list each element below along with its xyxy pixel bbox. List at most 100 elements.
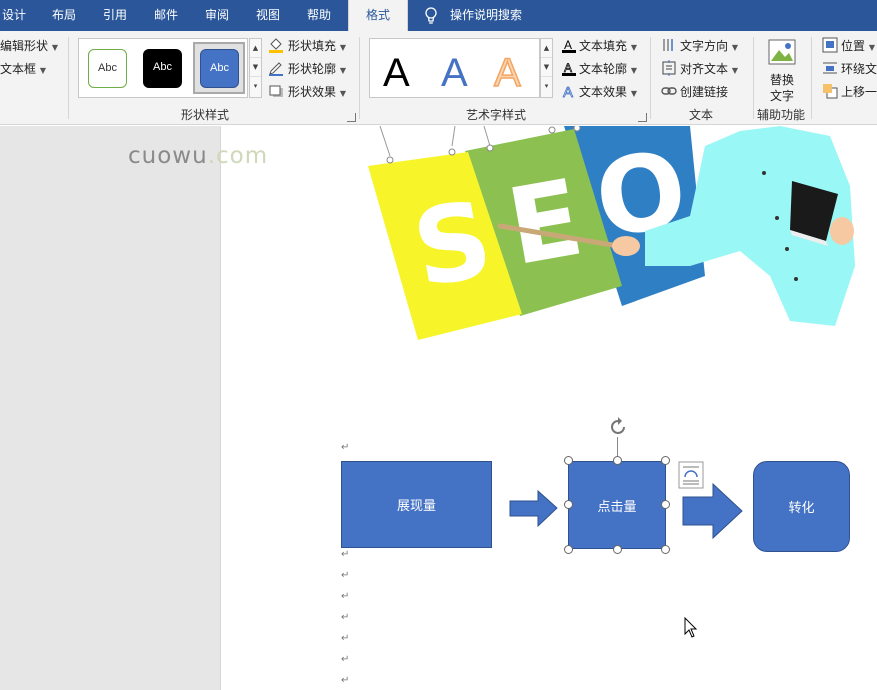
- svg-text:A: A: [564, 61, 572, 75]
- text-direction-button[interactable]: 文字方向 ▼: [680, 38, 738, 56]
- paint-bucket-icon: [269, 38, 283, 53]
- flow-box-clicks[interactable]: 点击量: [568, 461, 666, 549]
- tab-view[interactable]: 视图: [256, 0, 280, 31]
- hang-string: [483, 126, 491, 147]
- bring-forward-button[interactable]: 上移一: [841, 84, 877, 100]
- scroll-up-icon[interactable]: ▲: [541, 39, 552, 58]
- align-text-button[interactable]: 对齐文本 ▼: [680, 61, 738, 79]
- ribbon: 编辑形状 ▼ 文本框 ▼ Abc Abc Abc ▲ ▼ ▾ 形状填充 ▼ 形状…: [0, 31, 877, 125]
- group-separator: [359, 37, 360, 119]
- wordart-group-label: 艺术字样式: [466, 108, 527, 122]
- wordart-gallery: A A A: [369, 38, 540, 98]
- shape-style-fill-blue[interactable]: Abc: [200, 49, 239, 88]
- shape-style-fill-black[interactable]: Abc: [143, 49, 182, 88]
- alt-text-button[interactable]: 替换 文字: [770, 72, 794, 104]
- resize-handle[interactable]: [613, 545, 622, 554]
- tab-references[interactable]: 引用: [103, 0, 127, 31]
- hang-string: [379, 126, 391, 157]
- position-button[interactable]: 位置 ▼: [841, 38, 875, 56]
- flow-box-impressions[interactable]: 展现量: [341, 461, 492, 548]
- text-effects-button[interactable]: 文本效果 ▼: [579, 84, 637, 102]
- wordart-blue[interactable]: A: [441, 47, 468, 99]
- button-dot: [762, 171, 766, 175]
- link-icon: [661, 87, 677, 95]
- tab-format[interactable]: 格式: [348, 0, 408, 31]
- gallery-expand-icon[interactable]: ▾: [541, 77, 552, 96]
- group-separator: [650, 37, 651, 119]
- text-outline-icon: A: [562, 61, 576, 76]
- seo-illustration[interactable]: S E O: [360, 126, 860, 342]
- wrap-text-button[interactable]: 环绕文: [841, 61, 877, 77]
- wordart-launcher-icon[interactable]: [638, 113, 647, 122]
- text-fill-icon: A: [562, 38, 576, 53]
- resize-handle[interactable]: [661, 500, 670, 509]
- clip-icon: [548, 126, 556, 134]
- shape-styles-launcher-icon[interactable]: [347, 113, 356, 122]
- text-box-button[interactable]: 文本框 ▼: [0, 61, 46, 79]
- hand: [612, 236, 640, 256]
- resize-handle[interactable]: [613, 456, 622, 465]
- scroll-down-icon[interactable]: ▼: [541, 58, 552, 77]
- svg-text:A: A: [563, 84, 573, 99]
- lightbulb-icon[interactable]: [424, 7, 438, 25]
- paragraph-mark: ↵: [341, 654, 350, 665]
- paragraph-mark: ↵: [341, 612, 350, 623]
- flow-arrow[interactable]: [509, 490, 559, 527]
- shape-fill-button[interactable]: 形状填充 ▼: [288, 38, 346, 56]
- text-outline-button[interactable]: 文本轮廓 ▼: [579, 61, 637, 79]
- wordart-orange-outline[interactable]: A: [493, 47, 521, 99]
- clip-icon: [448, 148, 456, 156]
- shape-effects-icon: [269, 85, 283, 97]
- rotate-handle-icon[interactable]: [607, 416, 629, 438]
- wordart-black[interactable]: A: [383, 47, 410, 99]
- shape-style-outline-green[interactable]: Abc: [88, 49, 127, 88]
- button-dot: [785, 247, 789, 251]
- tab-mailings[interactable]: 邮件: [154, 0, 178, 31]
- flow-arrow[interactable]: [681, 483, 744, 539]
- paragraph-mark: ↵: [341, 442, 350, 453]
- wordart-scroll[interactable]: ▲ ▼ ▾: [540, 38, 553, 98]
- clip-icon: [486, 144, 494, 152]
- tab-review[interactable]: 审阅: [205, 0, 229, 31]
- resize-handle[interactable]: [564, 545, 573, 554]
- resize-handle[interactable]: [661, 456, 670, 465]
- gallery-expand-icon[interactable]: ▾: [250, 77, 261, 96]
- bring-forward-icon: [823, 84, 838, 99]
- button-dot: [794, 277, 798, 281]
- resize-handle[interactable]: [661, 545, 670, 554]
- flow-box-label: 点击量: [597, 499, 637, 515]
- paragraph-mark: ↵: [341, 633, 350, 644]
- group-separator: [68, 37, 69, 119]
- tab-layout[interactable]: 布局: [52, 0, 76, 31]
- shape-effects-button[interactable]: 形状效果 ▼: [288, 84, 346, 102]
- accessibility-group-label: 辅助功能: [757, 108, 806, 122]
- watermark: cuowu.com: [128, 143, 269, 169]
- ribbon-tab-bar: 设计 布局 引用 邮件 审阅 视图 帮助 格式 操作说明搜索: [0, 0, 877, 31]
- scroll-up-icon[interactable]: ▲: [250, 39, 261, 58]
- svg-text:A: A: [564, 38, 572, 52]
- left-gutter: [0, 126, 221, 690]
- text-fill-button[interactable]: 文本填充 ▼: [579, 38, 637, 56]
- tell-me-search[interactable]: 操作说明搜索: [450, 0, 522, 31]
- text-group-label: 文本: [689, 108, 714, 122]
- tab-help[interactable]: 帮助: [307, 0, 331, 31]
- resize-handle[interactable]: [564, 456, 573, 465]
- hand: [830, 217, 854, 245]
- tab-design[interactable]: 设计: [2, 0, 26, 31]
- hang-string: [451, 126, 456, 147]
- clip-icon: [573, 126, 581, 132]
- flow-box-conversion[interactable]: 转化: [753, 461, 850, 552]
- edit-shape-button[interactable]: 编辑形状 ▼: [0, 38, 58, 56]
- create-link-button[interactable]: 创建链接: [680, 84, 728, 100]
- shape-styles-scroll[interactable]: ▲ ▼ ▾: [249, 38, 262, 98]
- scroll-down-icon[interactable]: ▼: [250, 58, 261, 77]
- shape-outline-button[interactable]: 形状轮廓 ▼: [288, 61, 346, 79]
- paragraph-mark: ↵: [341, 549, 350, 560]
- rotate-connector: [617, 437, 618, 456]
- alt-text-icon[interactable]: [767, 37, 797, 67]
- group-separator: [753, 37, 754, 119]
- resize-handle[interactable]: [564, 500, 573, 509]
- pencil-icon: [269, 62, 283, 76]
- position-icon: [822, 37, 838, 53]
- text-effects-icon: A: [563, 84, 574, 99]
